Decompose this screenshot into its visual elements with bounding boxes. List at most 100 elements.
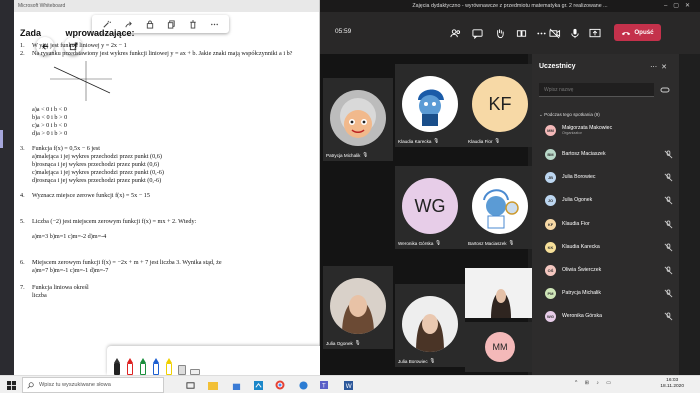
line-graph-figure: [50, 61, 112, 102]
participant-row[interactable]: WG Weronika Górska: [545, 308, 673, 324]
hand-icon: [496, 28, 504, 38]
avatar: [330, 90, 386, 146]
active-app-indicator: [0, 130, 3, 148]
avatar: [330, 278, 386, 334]
participant-name: Bartosz Maciaszek: [468, 240, 507, 246]
participants-section-header[interactable]: ⌄ Podczas tego spotkania (9): [539, 112, 600, 118]
participant-row[interactable]: JO Julia Ogonek: [545, 192, 673, 208]
participant-row[interactable]: PM Patrycja Michalik: [545, 285, 673, 301]
mic-off-icon: [664, 172, 673, 181]
copy-icon[interactable]: [165, 18, 177, 30]
share-tray-button[interactable]: [586, 24, 604, 42]
whiteboard-app-icon[interactable]: [251, 378, 265, 392]
participant-tile[interactable]: MM: [465, 322, 535, 372]
teams-icon[interactable]: T: [318, 378, 332, 392]
system-tray[interactable]: ^ ⊞ ♪ ▭: [575, 380, 614, 386]
photo-avatar: [330, 278, 386, 334]
taskbar-search[interactable]: Wpisz tu wyszukiwane słowa: [22, 377, 164, 393]
participant-name: Julia Ogonek: [562, 197, 593, 203]
taskbar-clock[interactable]: 16:03 18.11.2020: [660, 378, 684, 391]
pen-toolbar: [107, 346, 320, 375]
chat-button[interactable]: [468, 24, 486, 42]
participant-tile[interactable]: KF Klaudia Fior 🎙: [465, 64, 535, 147]
participant-tile[interactable]: Bartosz Maciaszek 🎙: [465, 166, 535, 249]
mic-off-icon: 🎙: [435, 240, 442, 245]
participant-row[interactable]: JB Julia Borowiec: [545, 169, 673, 185]
mic-off-icon: [664, 242, 673, 251]
svg-text:W: W: [345, 383, 351, 390]
word-icon[interactable]: W: [341, 378, 355, 392]
highlighter-tool[interactable]: [165, 358, 173, 375]
raise-hand-button[interactable]: [490, 24, 508, 42]
camera-button[interactable]: [546, 24, 564, 42]
participant-row[interactable]: KK Klaudia Karecka: [545, 239, 673, 255]
mic-off-icon: [664, 311, 673, 320]
participant-name: Weronika Górska: [562, 313, 602, 319]
participants-button[interactable]: [446, 24, 464, 42]
avatar: OŚ: [545, 264, 556, 276]
window-controls[interactable]: –▢✕: [664, 2, 696, 9]
shared-video-tile[interactable]: [465, 268, 535, 318]
start-button[interactable]: [0, 376, 22, 393]
participant-name: Julia Borowiec: [562, 174, 596, 180]
search-icon: [27, 381, 34, 389]
task-6-answers: a)m=7 b)m=-1 c)m=-1 d)m=-7: [32, 266, 109, 274]
mic-off-icon: [664, 195, 673, 204]
leave-button[interactable]: Opuść: [614, 24, 661, 41]
page-title: Zada wprowadzające:: [20, 28, 135, 38]
trash-icon[interactable]: [187, 18, 199, 30]
participant-tile[interactable]: WG Weronika Górska 🎙: [395, 166, 465, 249]
smurf-avatar: [402, 76, 458, 132]
microphone-button[interactable]: [566, 24, 584, 42]
task-3-option-c: c)malejąca i jej wykres przechodzi przez…: [32, 168, 164, 176]
participant-name: Julia Ogonek: [326, 340, 353, 346]
participant-row[interactable]: MM Małgorzata Makowiec Organizator: [545, 122, 673, 138]
invite-search-input[interactable]: [539, 83, 654, 97]
participant-tile[interactable]: Klaudia Karecka 🎙: [395, 64, 465, 147]
eraser-tool[interactable]: [178, 365, 186, 375]
task-5-answers: a)m=3 b)m=1 c)m=-2 d)m=-4: [32, 232, 107, 240]
mic-off-icon: 🎙: [429, 358, 436, 363]
participant-tile[interactable]: Julia Ogonek 🎙: [323, 266, 393, 349]
participant-row[interactable]: KF Klaudia Fior: [545, 216, 673, 232]
file-explorer-icon[interactable]: [206, 378, 220, 392]
participant-tile[interactable]: Julia Borowiec 🎙: [395, 284, 465, 367]
participant-row[interactable]: BM Bartosz Maciaszek: [545, 146, 673, 162]
blue-pen-tool[interactable]: [152, 358, 160, 375]
participant-row[interactable]: OŚ Oliwia Świerczek: [545, 262, 673, 278]
task-view-icon[interactable]: [183, 378, 197, 392]
store-icon[interactable]: [229, 378, 243, 392]
avatar: JO: [545, 194, 556, 206]
participant-name: Patrycja Michalik: [562, 290, 601, 296]
mic-off-icon: 🎙: [433, 138, 440, 143]
mic-off-icon: 🎙: [508, 240, 515, 245]
participant-tile[interactable]: Patrycja Michalik 🎙: [323, 78, 393, 161]
task-2-option-b: b)a < 0 i b > 0: [32, 113, 68, 121]
photo-video: [465, 268, 535, 318]
task-1: 1. W yjaj jest funkcji liniowej y = 2x − …: [20, 41, 127, 49]
edge-icon[interactable]: [296, 378, 310, 392]
panel-header-actions[interactable]: ⋯✕: [650, 63, 671, 71]
avatar: KF: [472, 76, 528, 132]
avatar: BM: [545, 148, 556, 160]
rooms-button[interactable]: [512, 24, 530, 42]
green-pen-tool[interactable]: [139, 358, 147, 375]
chrome-icon[interactable]: [273, 378, 287, 392]
mic-off-icon: [664, 219, 673, 228]
leave-label: Opuść: [634, 29, 654, 36]
black-pen-tool[interactable]: [113, 358, 121, 375]
chat-icon: [471, 28, 483, 39]
clock-date: 18.11.2020: [660, 384, 684, 390]
participant-name: Weronika Górska: [398, 240, 434, 246]
more-options-icon[interactable]: [208, 18, 220, 30]
avatar: MM: [485, 332, 515, 362]
mic-off-icon: [664, 149, 673, 158]
meeting-title: Zajęcia dydaktyczno - wyrównawcze z prze…: [320, 0, 700, 12]
sparkle-character-avatar: [330, 90, 386, 146]
red-pen-tool[interactable]: [126, 358, 134, 375]
grid-scrollbar[interactable]: [679, 54, 700, 375]
task-3-option-a: a)malejąca i jej wykres przechodzi przez…: [32, 153, 162, 161]
copy-link-icon[interactable]: [660, 85, 670, 95]
microphone-icon: [571, 28, 579, 38]
lock-icon[interactable]: [144, 18, 156, 30]
